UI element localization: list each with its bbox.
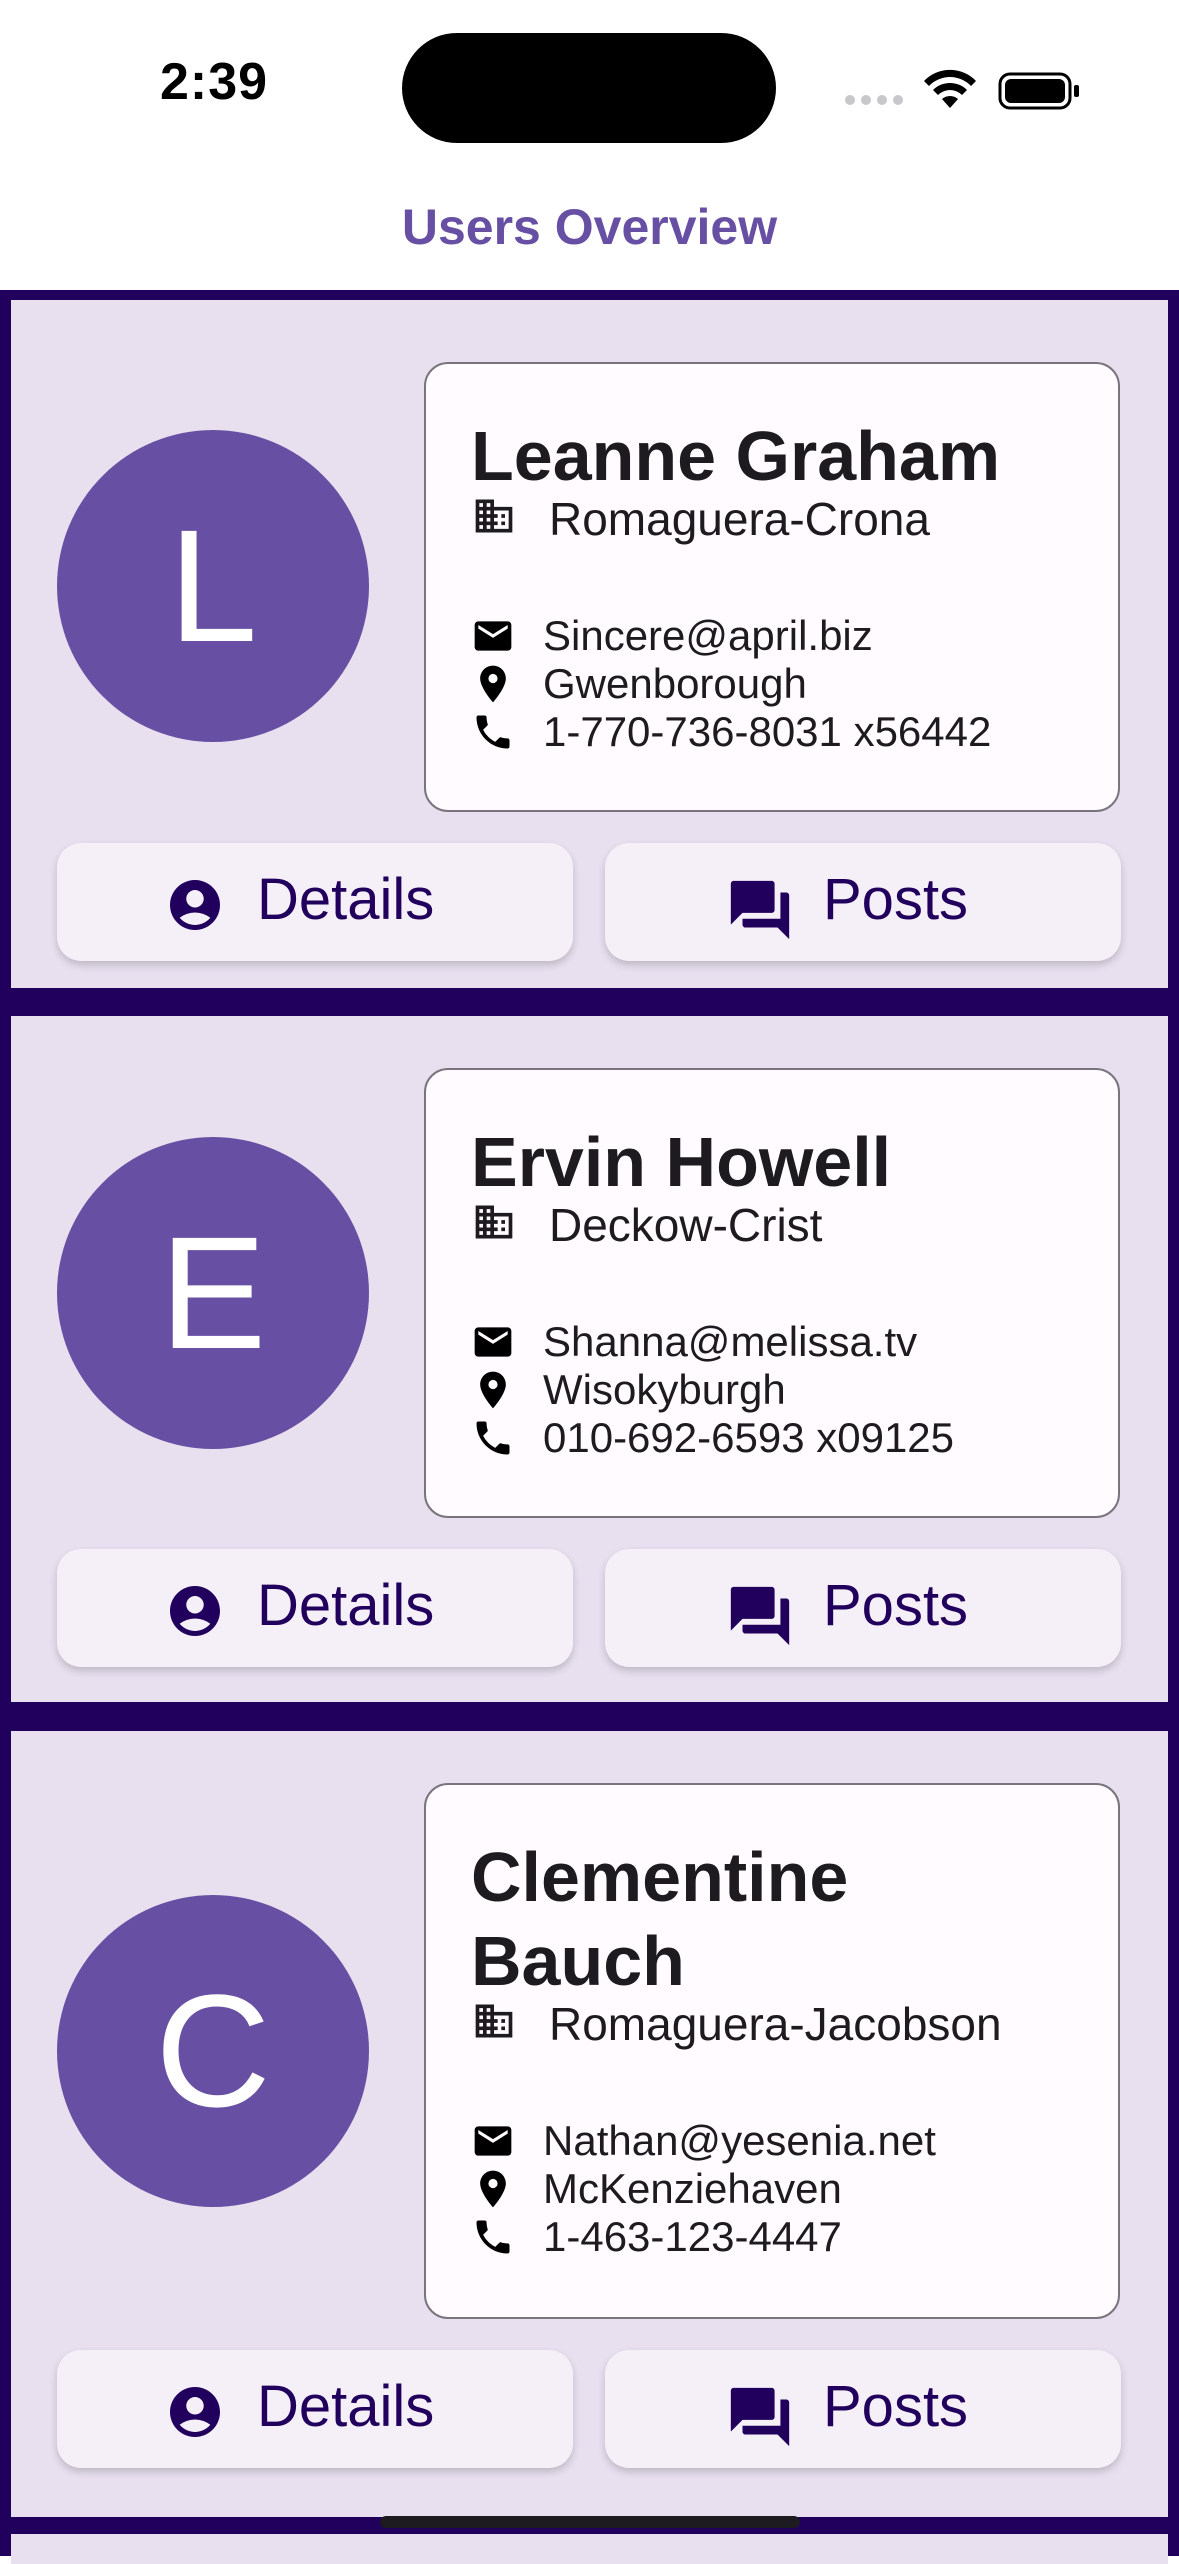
user-city: McKenziehaven: [543, 2165, 842, 2212]
user-phone[interactable]: 1-770-736-8031 x56442: [543, 708, 991, 756]
posts-button[interactable]: Posts: [605, 1549, 1121, 1667]
details-button[interactable]: Details: [57, 843, 573, 961]
phone-icon: [476, 2220, 510, 2254]
status-bar: 2:39: [0, 0, 1179, 170]
user-email[interactable]: Nathan@yesenia.net: [543, 2117, 936, 2165]
building-icon: [475, 499, 513, 533]
phone-icon: [476, 715, 510, 749]
posts-button-label: Posts: [823, 867, 969, 932]
user-name: Leanne Graham: [471, 417, 1001, 495]
building-icon: [475, 2004, 513, 2038]
user-email[interactable]: Shanna@melissa.tv: [543, 1318, 917, 1366]
user-phone[interactable]: 010-692-6593 x09125: [543, 1414, 954, 1462]
user-name: Ervin Howell: [471, 1123, 892, 1201]
details-button[interactable]: Details: [57, 1549, 573, 1667]
location-pin-icon: [480, 1371, 506, 1409]
details-button-label: Details: [257, 867, 435, 932]
forum-icon: [730, 2387, 790, 2447]
page-title: Users Overview: [401, 199, 778, 255]
status-time: 2:39: [160, 53, 269, 111]
forum-icon: [730, 880, 790, 940]
avatar: E: [57, 1137, 369, 1449]
status-icons: [845, 69, 1079, 110]
avatar: C: [57, 1895, 369, 2207]
company-name: Deckow-Crist: [549, 1199, 823, 1251]
user-city: Wisokyburgh: [543, 1366, 786, 1413]
wifi-icon: [924, 69, 976, 108]
location-pin-icon: [480, 2170, 506, 2208]
details-button[interactable]: Details: [57, 2350, 573, 2468]
battery-icon: [998, 72, 1079, 110]
user-name: Clementine Bauch: [471, 1838, 849, 2000]
posts-button-label: Posts: [823, 1573, 969, 1638]
cellular-signal-icon: [845, 95, 903, 105]
user-card: L Leanne Graham Romaguera-Crona Sincere@…: [11, 300, 1168, 988]
user-info-card: Leanne Graham Romaguera-Crona Sincere@ap…: [424, 362, 1120, 812]
email-icon: [474, 1327, 512, 1357]
user-card-partial: [11, 2534, 1168, 2564]
forum-icon: [730, 1586, 790, 1646]
account-circle-icon: [170, 880, 220, 930]
account-circle-icon: [170, 1586, 220, 1636]
company-name: Romaguera-Jacobson: [549, 1998, 1002, 2050]
user-card: E Ervin Howell Deckow-Crist Shanna@melis…: [11, 1016, 1168, 1702]
posts-button-label: Posts: [823, 2374, 969, 2439]
email-icon: [474, 621, 512, 651]
user-info-card: Ervin Howell Deckow-Crist Shanna@melissa…: [424, 1068, 1120, 1518]
avatar: L: [57, 430, 369, 742]
location-pin-icon: [480, 665, 506, 703]
user-info-card: Clementine Bauch Romaguera-Jacobson Nath…: [424, 1783, 1120, 2319]
dynamic-island: [402, 33, 776, 143]
company-name: Romaguera-Crona: [549, 493, 930, 545]
phone-icon: [476, 1421, 510, 1455]
account-circle-icon: [170, 2387, 220, 2437]
posts-button[interactable]: Posts: [605, 843, 1121, 961]
user-card: C Clementine Bauch Romaguera-Jacobson Na…: [11, 1731, 1168, 2517]
user-phone[interactable]: 1-463-123-4447: [543, 2213, 842, 2261]
user-city: Gwenborough: [543, 660, 807, 707]
details-button-label: Details: [257, 1573, 435, 1638]
home-indicator[interactable]: [380, 2516, 800, 2528]
user-list[interactable]: L Leanne Graham Romaguera-Crona Sincere@…: [0, 290, 1179, 2564]
details-button-label: Details: [257, 2374, 435, 2439]
user-email[interactable]: Sincere@april.biz: [543, 612, 873, 660]
posts-button[interactable]: Posts: [605, 2350, 1121, 2468]
building-icon: [475, 1205, 513, 1239]
email-icon: [474, 2126, 512, 2156]
